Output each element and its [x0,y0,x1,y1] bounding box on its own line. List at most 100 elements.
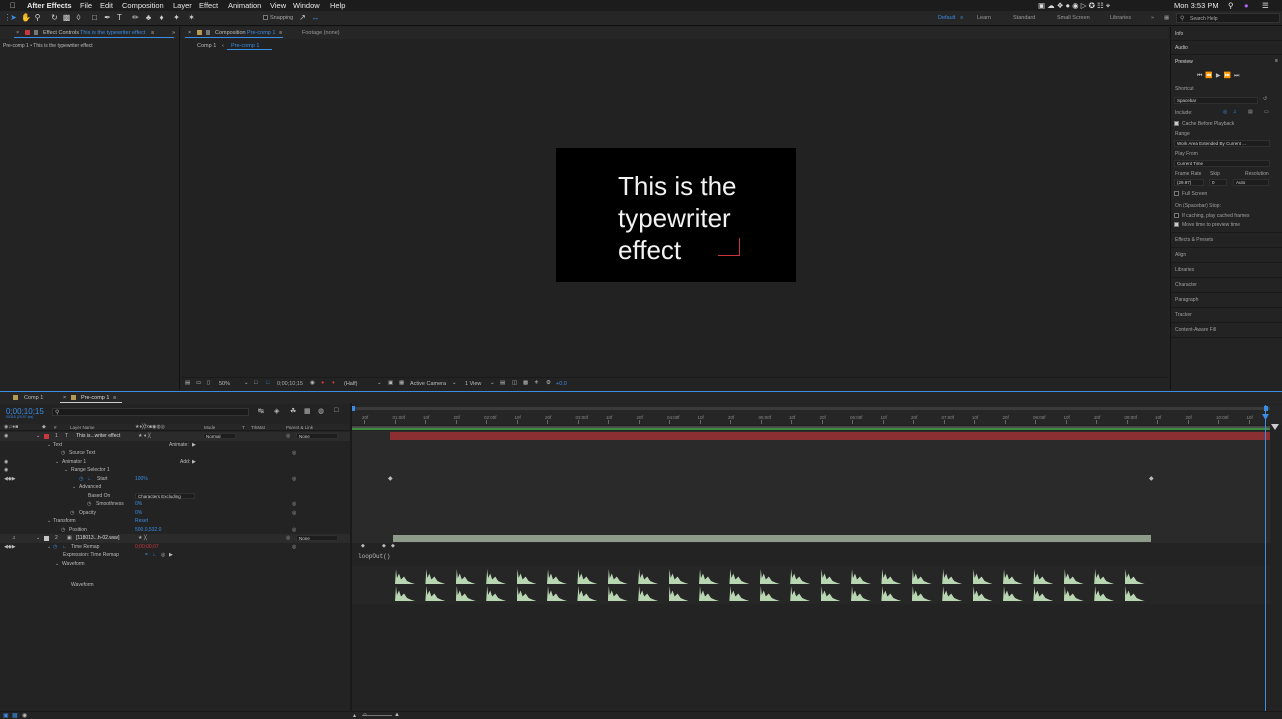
app-menu[interactable]: After Effects [27,1,72,10]
property-group-transform[interactable]: ⌄ Transform Reset [0,517,350,526]
playhead-line[interactable] [1265,405,1266,719]
include-audio-icon[interactable]: ♫ [1233,109,1237,115]
tracker-panel[interactable]: Tracker [1175,312,1192,318]
lock-icon[interactable] [34,30,38,35]
draft-3d-icon[interactable]: ◈ [274,407,279,415]
zoom-slider-thumb[interactable]: ○ [363,712,367,718]
property-value[interactable]: 0;00;00;07 [135,544,159,550]
stopwatch-icon[interactable]: ◷ [61,450,65,456]
keyframe-diamond[interactable]: ◆ [382,543,386,549]
timeline-tab-comp-1[interactable]: Comp 1 [24,395,43,401]
menu-help[interactable]: Help [330,1,345,10]
time-navigator[interactable] [352,407,1270,410]
expand-chevron-icon[interactable]: ⌄ [47,442,51,448]
skip-dropdown[interactable]: 0 [1209,179,1227,186]
panel-menu-icon[interactable]: ≡ [151,30,154,36]
pan-behind-tool-icon[interactable]: ◊ [74,13,83,22]
pickwhip-icon[interactable]: ◎ [292,450,296,456]
property-value[interactable]: 100% [135,476,148,482]
workspace-small-screen[interactable]: Small Screen [1057,15,1090,21]
zoom-out-icon[interactable]: ▴ [353,712,356,719]
visibility-eye-icon[interactable]: ◉ [4,433,8,439]
rotate-tool-icon[interactable]: ↻ [50,13,59,22]
keyframe-diamond[interactable]: ◆ [388,475,393,482]
status-icons[interactable]: ▣ ☁ ❖ ● ◉ ▷ ✪ ☷ ⌖ [1038,1,1110,11]
menu-file[interactable]: File [80,1,92,10]
layer-switches[interactable]: ★ ╳ [138,535,147,541]
roi-icon[interactable]: ▣ [388,380,393,386]
expand-chevron-icon[interactable]: ⌄ [55,561,59,567]
chevron-down-icon[interactable]: ⌄ [452,380,457,386]
menu-effect[interactable]: Effect [199,1,218,10]
exposure-value[interactable]: +0.0 [556,381,567,387]
range-dropdown[interactable]: Work Area Extended By Current ... [1174,140,1270,147]
expand-chevron-icon[interactable]: ⌄ [64,467,68,473]
selection-tool-icon[interactable]: ➤ [9,13,18,22]
based-on-dropdown[interactable]: Characters Excluding [135,493,195,499]
workspace-default[interactable]: Default [938,15,955,21]
lock-icon[interactable] [206,30,210,35]
resolution-dropdown[interactable]: (Half) [344,381,357,387]
siri-icon[interactable]: ● [1244,1,1249,10]
libraries-panel[interactable]: Libraries [1175,267,1194,273]
expression-graph-icon[interactable]: ∟ [152,552,157,558]
zoom-tool-icon[interactable]: ⚲ [33,13,42,22]
modes-toggle-icon[interactable]: ▦ [12,712,18,719]
if-caching-checkbox[interactable] [1174,213,1179,218]
workspace-menu-icon[interactable]: ≡ [960,15,963,21]
snapshot-icon[interactable]: ◉ [310,380,315,386]
clone-stamp-tool-icon[interactable]: ♣ [144,13,153,22]
pickwhip-icon[interactable]: ◎ [292,544,296,550]
hand-tool-icon[interactable]: ✋ [21,13,31,22]
chevron-down-icon[interactable]: ⌄ [490,380,495,386]
layer-name-column[interactable]: Layer Name [70,425,95,430]
close-icon[interactable]: × [16,30,19,36]
trkmat-column[interactable]: TrkMat [251,425,265,430]
camera-tool-icon[interactable]: ▩ [62,13,71,22]
info-panel-header[interactable]: Info [1175,31,1183,37]
audio-panel-header[interactable]: Audio [1175,45,1188,51]
shortcut-dropdown[interactable]: Spacebar [1174,97,1258,104]
panel-menu-icon[interactable]: ≡ [279,30,282,36]
expression-enable-icon[interactable]: = [145,552,148,558]
snapping-checkbox[interactable] [263,15,268,20]
transparency-grid-icon[interactable]: ▦ [399,380,404,386]
pickwhip-icon[interactable]: ◎ [292,476,296,482]
safe-zones-icon[interactable]: □ [266,380,269,386]
color-management-icon[interactable]: ♦ [332,380,335,386]
expand-chevron-icon[interactable]: ⌄ [36,433,40,439]
panel-menu-icon[interactable]: ≡ [1275,58,1278,64]
monitor-icon[interactable]: ▭ [196,380,201,386]
apple-icon[interactable]:  [10,1,16,10]
notification-icon[interactable]: ☰ [1262,1,1269,10]
workspace-standard[interactable]: Standard [1013,15,1035,21]
menu-animation[interactable]: Animation [228,1,261,10]
stopwatch-icon[interactable]: ◷ [53,544,57,550]
mode-column[interactable]: Mode [204,425,215,430]
property-smoothness[interactable]: ◷ Smoothness 0% ◎ [0,500,350,509]
graph-icon[interactable]: ∟ [87,476,92,482]
keyframe-diamond[interactable]: ◆ [1149,475,1154,482]
blend-mode-dropdown[interactable]: Normal [203,433,236,439]
menu-composition[interactable]: Composition [122,1,164,10]
timeline-icon[interactable]: ▩ [523,380,528,386]
tab-effect-controls-layer[interactable]: This is the typewriter effect [80,30,145,36]
snap-expand-icon[interactable]: ↔ [311,13,320,22]
expand-chevron-icon[interactable]: ⌄ [72,484,76,490]
menu-view[interactable]: View [270,1,286,10]
effects-presets-panel[interactable]: Effects & Presets [1175,237,1213,243]
search-help-input[interactable]: ⚲ Search Help [1176,13,1280,23]
flowchart-icon[interactable]: ⚜ [534,380,539,386]
keyframe-navigator-icon[interactable]: ◀◆▶ [4,544,16,550]
animate-button[interactable]: Animate: [169,442,189,448]
current-time-display[interactable]: 0;00;10;15 [277,381,303,387]
pickwhip-icon[interactable]: ◎ [292,510,296,516]
property-value[interactable]: 0% [135,510,142,516]
property-range-selector[interactable]: ◉ ⌄ Range Selector 1 [0,466,350,475]
tab-effect-controls[interactable]: Effect Controls [43,30,79,36]
chevron-down-icon[interactable]: ⌄ [244,380,249,386]
comp-canvas[interactable]: This is the typewriter effect [556,148,796,282]
always-preview-icon[interactable]: ▤ [185,380,190,386]
keyframe-diamond[interactable]: ◆ [391,543,395,549]
zoom-dropdown[interactable]: 50% [219,381,230,387]
